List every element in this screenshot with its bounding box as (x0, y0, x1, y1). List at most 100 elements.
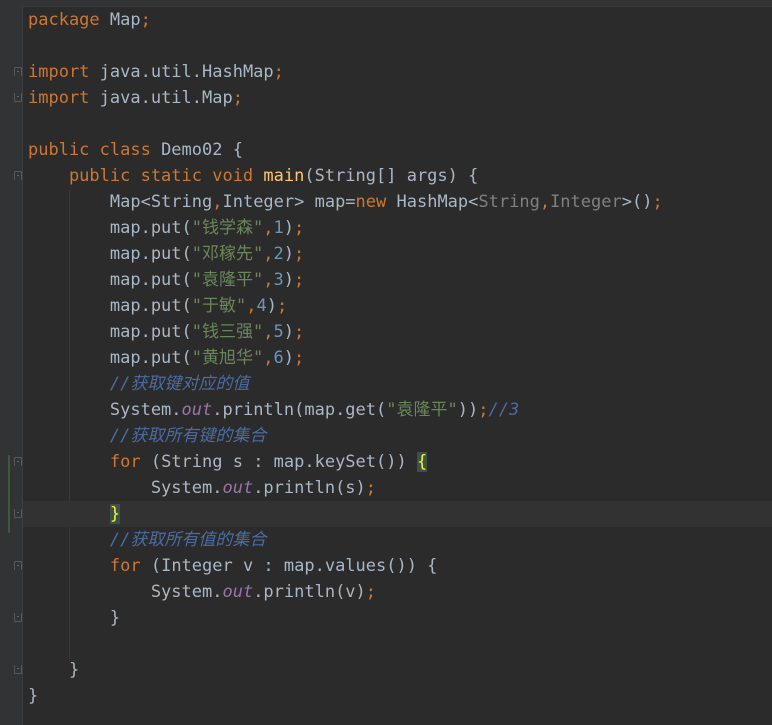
fold-marker-icon[interactable] (14, 171, 22, 180)
fold-marker-icon[interactable] (14, 67, 22, 76)
code-token: , (246, 296, 257, 316)
code-line[interactable]: map.put("邓稼先",2); (28, 241, 772, 267)
fold-marker-icon[interactable] (14, 561, 22, 570)
code-token: java.util.HashMap (99, 62, 274, 82)
code-token: 4 (256, 296, 267, 316)
code-token: System. (28, 478, 223, 498)
code-line[interactable]: import java.util.Map; (28, 85, 772, 111)
code-token: 1 (273, 218, 284, 238)
code-token: Integer> map= (222, 192, 356, 212)
code-token: ; (232, 88, 243, 108)
code-token: //获取所有值的集合 (109, 530, 267, 550)
code-line[interactable]: map.put("钱学森",1); (28, 215, 772, 241)
code-line[interactable]: map.put("于敏",4); (28, 293, 772, 319)
code-token: ; (273, 62, 284, 82)
code-token: out (181, 400, 213, 420)
code-token: , (263, 218, 274, 238)
code-line[interactable]: System.out.println(s); (28, 475, 772, 501)
code-line[interactable]: public static void main(String[] args) { (28, 163, 772, 189)
code-token: ) (283, 270, 294, 290)
gutter-separator (22, 6, 23, 725)
code-token: 6 (273, 348, 284, 368)
code-token: ; (294, 218, 305, 238)
code-token: (String[] args) { (304, 166, 479, 186)
code-token: Demo02 { (161, 140, 243, 160)
fold-marker-icon[interactable] (14, 93, 22, 102)
code-token: public class (28, 140, 162, 160)
code-line[interactable]: map.put("钱三强",5); (28, 319, 772, 345)
code-token: ; (294, 270, 305, 290)
code-token: HashMap< (396, 192, 479, 212)
code-token: main (263, 166, 305, 186)
code-line[interactable]: System.out.println(map.get("袁隆平"));//3 (28, 397, 772, 423)
code-token: System. (28, 582, 223, 602)
code-token: ; (652, 192, 663, 212)
code-token: package (28, 10, 110, 30)
code-token: public static void (28, 166, 264, 186)
code-token: ; (294, 244, 305, 264)
code-token: ) (266, 296, 277, 316)
code-token: map.put( (28, 296, 192, 316)
code-token: ) (283, 348, 294, 368)
code-token: )) (457, 400, 479, 420)
code-token: "钱三强" (191, 322, 264, 342)
code-line[interactable]: } (28, 605, 772, 631)
code-line[interactable]: public class Demo02 { (28, 137, 772, 163)
code-token: , (263, 244, 274, 264)
code-token: map.put( (28, 270, 192, 290)
code-line[interactable]: for (String s : map.keySet()) { (28, 449, 772, 475)
code-token: } (28, 686, 39, 706)
code-line[interactable] (28, 33, 772, 59)
fold-marker-icon[interactable] (14, 613, 22, 622)
code-line[interactable]: //获取所有键的集合 (28, 423, 772, 449)
code-token: new (355, 192, 397, 212)
code-line[interactable]: package Map; (28, 7, 772, 33)
code-line[interactable]: import java.util.HashMap; (28, 59, 772, 85)
code-token: ; (140, 10, 151, 30)
code-token: .println(map.get( (212, 400, 387, 420)
code-line[interactable]: //获取键对应的值 (28, 371, 772, 397)
code-line[interactable]: } (28, 657, 772, 683)
code-line[interactable]: Map<String,Integer> map=new HashMap<Stri… (28, 189, 772, 215)
code-line[interactable]: map.put("袁隆平",3); (28, 267, 772, 293)
code-token: map.put( (28, 218, 192, 238)
code-token: for (109, 556, 151, 576)
code-line[interactable]: map.put("黄旭华",6); (28, 345, 772, 371)
fold-marker-icon[interactable] (14, 509, 22, 518)
code-token: import (28, 88, 100, 108)
code-token: //获取键对应的值 (109, 374, 250, 394)
fold-marker-icon[interactable] (14, 457, 22, 466)
code-token: System. (28, 400, 182, 420)
code-line[interactable]: } (23, 501, 772, 527)
code-token: out (222, 478, 254, 498)
code-token: , (263, 322, 274, 342)
code-token: Map<String (28, 192, 213, 212)
code-line[interactable]: System.out.println(v); (28, 579, 772, 605)
code-token: java.util.Map (99, 88, 233, 108)
code-token: } (28, 660, 80, 680)
code-token: import (28, 62, 100, 82)
code-line[interactable] (28, 631, 772, 657)
code-token: map.put( (28, 322, 192, 342)
vcs-change-marker[interactable] (8, 455, 10, 533)
code-token: String (478, 192, 540, 212)
code-editor[interactable]: package Map; import java.util.HashMap; imp… (23, 6, 772, 725)
code-token: (Integer v : map.values()) { (150, 556, 438, 576)
code-line[interactable]: } (28, 683, 772, 709)
code-token: (String s : map.keySet()) (150, 452, 417, 472)
code-token: //3 (488, 400, 520, 420)
code-line[interactable]: //获取所有值的集合 (28, 527, 772, 553)
code-token: ; (277, 296, 288, 316)
code-line[interactable] (28, 111, 772, 137)
code-token: Map (109, 10, 141, 30)
fold-marker-icon[interactable] (14, 665, 22, 674)
code-token: "于敏" (191, 296, 247, 316)
code-line[interactable]: for (Integer v : map.values()) { (28, 553, 772, 579)
code-token: out (222, 582, 254, 602)
